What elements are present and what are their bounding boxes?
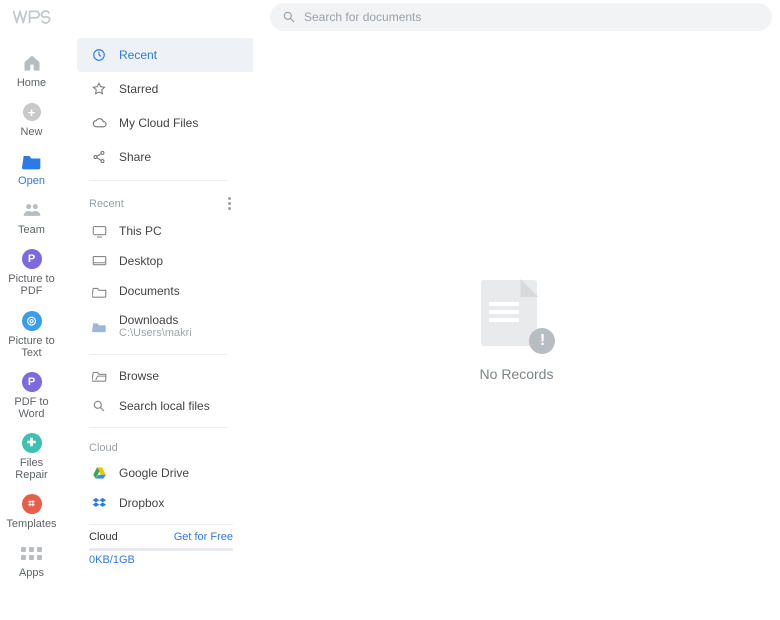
plus-icon: + — [21, 101, 43, 123]
no-records-icon: ! — [481, 272, 551, 352]
nav-picture-to-text[interactable]: ◎ Picture to Text — [4, 310, 60, 359]
loc-label: Dropbox — [119, 496, 164, 510]
open-tab-mycloud[interactable]: My Cloud Files — [77, 106, 253, 140]
search-input[interactable] — [304, 10, 760, 24]
folder-icon — [21, 150, 43, 172]
open-tab-label: My Cloud Files — [119, 116, 198, 130]
loc-google-drive[interactable]: Google Drive — [63, 458, 253, 488]
recent-header: Recent — [63, 187, 253, 216]
nav-apps[interactable]: Apps — [4, 542, 60, 579]
more-menu-icon[interactable] — [226, 195, 233, 212]
loc-search-local[interactable]: Search local files — [63, 391, 253, 421]
empty-text: No Records — [480, 366, 554, 382]
google-drive-icon — [91, 465, 107, 481]
loc-label: Documents — [119, 284, 180, 298]
star-icon — [91, 81, 107, 97]
picture-to-pdf-icon: P — [21, 248, 43, 270]
open-panel: Recent Starred My Cloud Files Share — [63, 34, 253, 620]
folder-fill-icon — [91, 319, 107, 335]
open-tab-starred[interactable]: Starred — [77, 72, 253, 106]
cloud-usage-text: 0KB/1GB — [89, 554, 233, 566]
loc-label: Google Drive — [119, 466, 189, 480]
nav-team[interactable]: Team — [4, 199, 60, 236]
loc-label: This PC — [119, 224, 162, 238]
dropbox-icon — [91, 495, 107, 511]
loc-label: Desktop — [119, 254, 163, 268]
open-tab-share[interactable]: Share — [77, 140, 253, 174]
search-box[interactable] — [270, 3, 772, 31]
nav-files-repair[interactable]: ✚ Files Repair — [4, 432, 60, 481]
loc-label: Downloads — [119, 313, 192, 327]
search-icon — [282, 10, 296, 24]
browse-icon — [91, 368, 107, 384]
empty-state: ! No Records — [480, 272, 554, 382]
open-tab-label: Share — [119, 150, 151, 164]
loc-dropbox[interactable]: Dropbox — [63, 488, 253, 518]
cloud-header: Cloud — [63, 434, 253, 458]
team-icon — [21, 199, 43, 221]
files-repair-icon: ✚ — [21, 432, 43, 454]
nav-new[interactable]: + New — [4, 101, 60, 138]
search-local-icon — [91, 398, 107, 414]
nav-open[interactable]: Open — [4, 150, 60, 187]
loc-documents[interactable]: Documents — [63, 276, 253, 306]
nav-pdf-to-word[interactable]: P PDF to Word — [4, 371, 60, 420]
loc-desktop[interactable]: Desktop — [63, 246, 253, 276]
desktop-icon — [91, 253, 107, 269]
nav-home[interactable]: Home — [4, 52, 60, 89]
nav-picture-to-pdf[interactable]: P Picture to PDF — [4, 248, 60, 297]
top-bar — [0, 0, 780, 34]
open-tab-label: Starred — [119, 82, 158, 96]
wps-logo — [12, 8, 60, 26]
loc-label: Search local files — [119, 399, 210, 413]
open-tab-label: Recent — [119, 48, 157, 62]
loc-browse[interactable]: Browse — [63, 361, 253, 391]
picture-to-text-icon: ◎ — [21, 310, 43, 332]
clock-icon — [91, 47, 107, 63]
get-for-free-link[interactable]: Get for Free — [174, 531, 233, 543]
folder-outline-icon — [91, 283, 107, 299]
cloud-storage-footer: Cloud Get for Free 0KB/1GB — [89, 524, 233, 566]
cloud-footer-label: Cloud — [89, 531, 118, 543]
cloud-usage-bar — [89, 548, 233, 551]
share-icon — [91, 149, 107, 165]
loc-label: Browse — [119, 369, 159, 383]
content-area: ! No Records — [253, 34, 780, 620]
cloud-icon — [91, 115, 107, 131]
open-tab-recent[interactable]: Recent — [77, 38, 253, 72]
loc-this-pc[interactable]: This PC — [63, 216, 253, 246]
loc-path: C:\Users\makri — [119, 327, 192, 340]
home-icon — [21, 52, 43, 74]
loc-downloads[interactable]: Downloads C:\Users\makri — [63, 306, 253, 348]
templates-icon: ⌗ — [21, 493, 43, 515]
left-nav: Home + New Open Team P — [0, 34, 63, 620]
monitor-icon — [91, 223, 107, 239]
pdf-to-word-icon: P — [21, 371, 43, 393]
apps-icon — [21, 542, 43, 564]
nav-templates[interactable]: ⌗ Templates — [4, 493, 60, 530]
